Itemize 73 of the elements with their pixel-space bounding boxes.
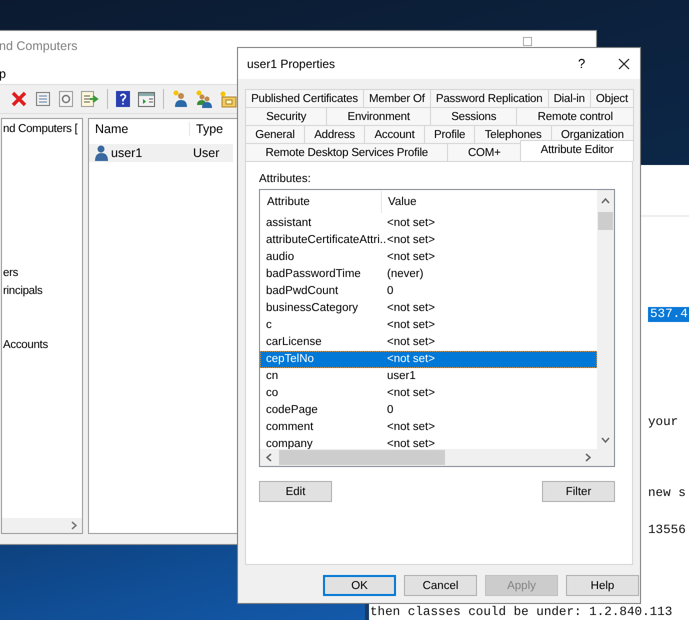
scroll-right-icon[interactable]	[71, 521, 78, 530]
new-group-icon[interactable]	[196, 90, 212, 108]
attribute-row[interactable]: comment <not set>	[260, 419, 597, 436]
console-text: your	[648, 415, 678, 430]
tab[interactable]: Telephones	[474, 125, 552, 143]
menu-item[interactable]: p	[0, 66, 8, 80]
tab[interactable]: Address	[304, 125, 366, 143]
dialog-button[interactable]: Cancel	[404, 575, 477, 596]
tab[interactable]: COM+	[447, 143, 522, 161]
tab[interactable]: Attribute Editor	[520, 140, 634, 161]
close-icon[interactable]	[618, 58, 630, 70]
console-text: 537.4	[648, 307, 689, 322]
tab[interactable]: General	[245, 125, 305, 143]
scroll-left-icon[interactable]	[266, 453, 272, 462]
tab[interactable]: Security	[245, 107, 328, 125]
tab[interactable]: Remote Desktop Services Profile	[245, 143, 448, 161]
console-text: then classes could be under: 1.2.840.113	[370, 605, 672, 620]
tab[interactable]: Remote control	[516, 107, 634, 125]
attribute-row[interactable]: badPwdCount 0	[260, 283, 597, 300]
scrollbar-thumb[interactable]	[598, 212, 613, 230]
attributes-label: Attributes:	[259, 173, 312, 185]
tree-item[interactable]: ers	[3, 264, 18, 282]
column-header[interactable]: Type	[190, 122, 224, 136]
tab[interactable]: Profile	[424, 125, 476, 143]
attribute-row[interactable]: cn user1	[260, 368, 597, 385]
scroll-right-icon[interactable]	[585, 453, 591, 462]
user-icon	[95, 145, 108, 161]
new-user-icon[interactable]	[172, 90, 188, 108]
tab[interactable]: Published Certificates	[245, 89, 364, 107]
tab[interactable]: Environment	[326, 107, 432, 125]
tab[interactable]: Sessions	[430, 107, 518, 125]
filter-button[interactable]: Filter	[542, 481, 615, 502]
help-button[interactable]: ?	[575, 54, 588, 73]
attribute-row[interactable]: c <not set>	[260, 317, 597, 334]
tab[interactable]: Member Of	[362, 89, 431, 107]
column-header[interactable]: Attribute	[260, 191, 382, 213]
new-folder-icon[interactable]	[220, 90, 237, 108]
tree-item[interactable]: rincipals	[3, 282, 42, 300]
dialog-button[interactable]: Help	[566, 575, 639, 596]
export-list-icon[interactable]	[81, 91, 99, 107]
attribute-row[interactable]: carLicense <not set>	[260, 334, 597, 351]
maximize-icon[interactable]	[523, 37, 532, 46]
attribute-row[interactable]: badPasswordTime (never)	[260, 266, 597, 283]
window-title: nd Computers	[0, 39, 78, 53]
tree-item[interactable]: Accounts	[3, 336, 48, 354]
console-view-icon[interactable]	[138, 92, 155, 106]
properties-icon[interactable]	[35, 91, 51, 107]
list-row[interactable]: user1 User	[89, 144, 233, 162]
tab[interactable]: Password Replication	[430, 89, 549, 107]
column-header[interactable]: Name	[89, 122, 190, 136]
tab[interactable]: Object	[590, 89, 634, 107]
attribute-row[interactable]: assistant <not set>	[260, 215, 597, 232]
attribute-row[interactable]: cepTelNo <not set>	[260, 351, 597, 368]
console-text: 13556	[648, 523, 686, 538]
attribute-row[interactable]: audio <not set>	[260, 249, 597, 266]
attribute-row[interactable]: attributeCertificateAttri...<not set>	[260, 232, 597, 249]
help-icon[interactable]	[116, 91, 130, 107]
attribute-list[interactable]	[259, 189, 615, 467]
attribute-row[interactable]: codePage 0	[260, 402, 597, 419]
scroll-up-icon[interactable]	[601, 198, 610, 204]
column-header[interactable]: Value	[382, 196, 417, 208]
tab[interactable]: Dial-in	[548, 89, 591, 107]
tab[interactable]: Account	[364, 125, 425, 143]
console-text: new s	[648, 486, 686, 501]
scroll-down-icon[interactable]	[601, 437, 610, 443]
delete-icon[interactable]	[11, 91, 27, 107]
edit-button[interactable]: Edit	[259, 481, 332, 502]
tree-item[interactable]: nd Computers [	[3, 120, 78, 138]
dialog-button[interactable]: OK	[323, 575, 396, 596]
scrollbar-thumb[interactable]	[279, 450, 445, 465]
attribute-row[interactable]: co <not set>	[260, 385, 597, 402]
attribute-row[interactable]: businessCategory <not set>	[260, 300, 597, 317]
dialog-title: user1 Properties	[247, 57, 336, 71]
